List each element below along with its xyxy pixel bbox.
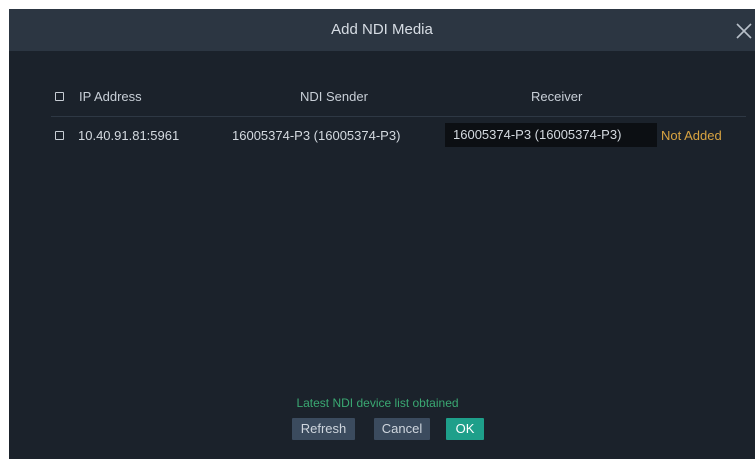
row-ip-address: 10.40.91.81:5961 <box>78 128 180 143</box>
ok-button[interactable]: OK <box>446 418 484 440</box>
dialog-titlebar: Add NDI Media <box>9 9 755 51</box>
header-divider <box>51 116 746 117</box>
receiver-name-input[interactable]: 16005374-P3 (16005374-P3) <box>445 123 657 147</box>
column-header-ip: IP Address <box>79 89 142 104</box>
column-header-receiver: Receiver <box>531 89 583 104</box>
refresh-button[interactable]: Refresh <box>292 418 355 440</box>
status-message: Latest NDI device list obtained <box>296 396 459 410</box>
status-badge: Not Added <box>661 128 722 143</box>
receiver-name-value: 16005374-P3 (16005374-P3) <box>453 127 622 142</box>
row-ndi-sender: 16005374-P3 (16005374-P3) <box>232 128 401 143</box>
dialog-title: Add NDI Media <box>331 21 433 38</box>
select-all-checkbox[interactable] <box>55 92 64 101</box>
cancel-button[interactable]: Cancel <box>374 418 430 440</box>
close-icon[interactable] <box>731 17 755 43</box>
row-checkbox[interactable] <box>55 131 64 140</box>
column-header-ndi-sender: NDI Sender <box>300 89 368 104</box>
add-ndi-media-dialog: Add NDI Media <box>9 9 755 459</box>
